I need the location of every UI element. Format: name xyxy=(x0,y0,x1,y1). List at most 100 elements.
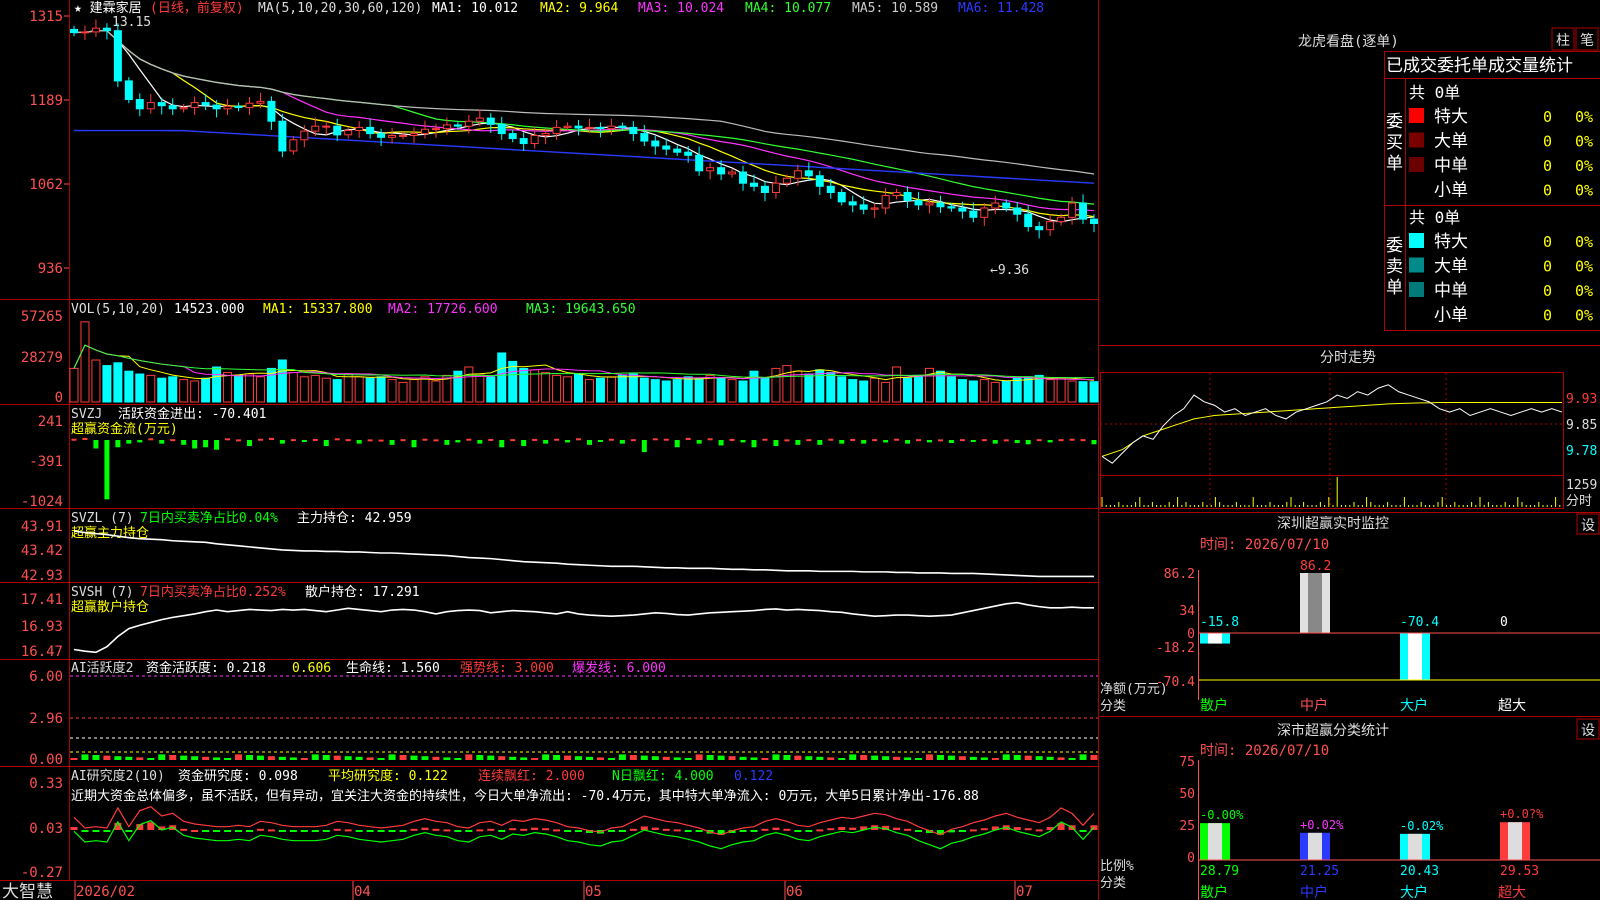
candle[interactable] xyxy=(771,175,780,199)
candle[interactable] xyxy=(508,129,517,143)
classify-tick: 25 xyxy=(1179,819,1195,834)
candle[interactable] xyxy=(640,124,649,146)
low-price-label: ←9.36 xyxy=(990,263,1029,278)
candle[interactable] xyxy=(168,98,177,115)
volume-bar xyxy=(672,379,682,403)
time-tick-marks xyxy=(74,881,1016,900)
intraday-frame[interactable] xyxy=(1100,372,1564,509)
candle[interactable] xyxy=(212,100,221,118)
ma1-value: MA1: 10.012 xyxy=(432,1,518,16)
ma-line xyxy=(73,30,1095,218)
candle[interactable] xyxy=(223,98,232,115)
candle[interactable] xyxy=(70,25,78,37)
volume-bar xyxy=(201,377,211,403)
candle[interactable] xyxy=(870,203,879,218)
candle[interactable] xyxy=(278,113,287,158)
candle[interactable] xyxy=(837,188,846,206)
candle[interactable] xyxy=(135,93,144,117)
candle[interactable] xyxy=(410,127,418,143)
candle[interactable] xyxy=(124,77,133,104)
volume-bar xyxy=(190,380,200,403)
ma-line xyxy=(73,30,1095,175)
candle[interactable] xyxy=(673,145,682,156)
ma4-value: MA4: 10.077 xyxy=(745,1,831,16)
research-bar xyxy=(893,827,901,830)
volume-bar xyxy=(1067,380,1077,403)
candle[interactable] xyxy=(377,128,386,146)
candle[interactable] xyxy=(399,131,408,140)
candle[interactable] xyxy=(607,118,616,135)
candle[interactable] xyxy=(695,146,704,176)
candle[interactable] xyxy=(651,136,660,155)
active-bar xyxy=(575,756,583,760)
candle[interactable] xyxy=(80,25,89,40)
candle[interactable] xyxy=(1035,221,1044,239)
candle[interactable] xyxy=(519,132,528,151)
candle[interactable] xyxy=(1046,214,1055,236)
vol-ma3: MA3: 19643.650 xyxy=(526,302,636,317)
ma-lines xyxy=(73,30,1095,223)
candle[interactable] xyxy=(629,121,638,142)
candle[interactable] xyxy=(179,103,188,113)
candle[interactable] xyxy=(552,119,561,140)
candle[interactable] xyxy=(234,102,243,112)
classify-y-unit: 比例% xyxy=(1100,859,1134,874)
volume-bar xyxy=(91,359,101,403)
research-bar xyxy=(92,830,100,832)
candle[interactable] xyxy=(980,203,989,226)
candle[interactable] xyxy=(706,162,715,180)
candle[interactable] xyxy=(1024,205,1033,232)
svzl-tick: 43.42 xyxy=(21,543,63,559)
candle[interactable] xyxy=(903,186,912,208)
stock-period: (日线，前复权) xyxy=(150,0,244,16)
candle[interactable] xyxy=(497,116,506,140)
candle[interactable] xyxy=(344,126,353,139)
candle[interactable] xyxy=(1079,194,1088,225)
candle[interactable] xyxy=(431,123,440,138)
candle[interactable] xyxy=(355,121,364,138)
candle[interactable] xyxy=(750,174,758,192)
flow-bar xyxy=(894,438,900,441)
research-bar xyxy=(838,827,846,830)
candle[interactable] xyxy=(322,121,331,135)
candle[interactable] xyxy=(969,202,978,223)
candle[interactable] xyxy=(914,191,923,210)
active-bar xyxy=(333,755,341,760)
candle[interactable] xyxy=(366,118,375,139)
candle[interactable] xyxy=(848,195,857,213)
classify-value: 21.25 xyxy=(1300,864,1339,879)
candle[interactable] xyxy=(1013,201,1022,222)
ma-param: MA(5,10,20,30,60,120) xyxy=(258,1,422,16)
candle[interactable] xyxy=(267,96,276,130)
dragon-row-name: 大单 xyxy=(1434,132,1468,152)
active-bar xyxy=(849,754,857,760)
active-bar xyxy=(717,755,725,760)
candle[interactable] xyxy=(859,196,868,215)
candle[interactable] xyxy=(113,23,122,88)
research-bar xyxy=(333,828,341,831)
volume-bar xyxy=(595,377,605,403)
candle[interactable] xyxy=(245,97,254,115)
candle[interactable] xyxy=(289,136,298,155)
candle[interactable] xyxy=(190,96,199,115)
candle[interactable] xyxy=(815,170,824,195)
candle[interactable] xyxy=(420,120,429,139)
active-bar xyxy=(103,755,111,760)
classify-bar-shine xyxy=(1208,823,1222,860)
flow-bar xyxy=(225,438,231,441)
research-bar xyxy=(300,830,308,832)
candle[interactable] xyxy=(892,188,901,200)
candle[interactable] xyxy=(574,119,583,136)
candle[interactable] xyxy=(936,195,945,213)
candle[interactable] xyxy=(388,128,397,144)
research-bar xyxy=(103,830,111,832)
candle[interactable] xyxy=(91,19,100,37)
candle[interactable] xyxy=(146,93,155,114)
volume-bar xyxy=(508,360,518,403)
kline-chart-area[interactable]: ★ 建霖家居 (日线，前复权) MA(5,10,20,30,60,120) MA… xyxy=(0,0,1100,900)
candle[interactable] xyxy=(760,181,769,202)
candle[interactable] xyxy=(333,118,342,142)
ai-research-title: AI研究度2(10) xyxy=(71,768,165,784)
classify-bar-shine xyxy=(1308,832,1322,860)
candle[interactable] xyxy=(739,165,748,191)
